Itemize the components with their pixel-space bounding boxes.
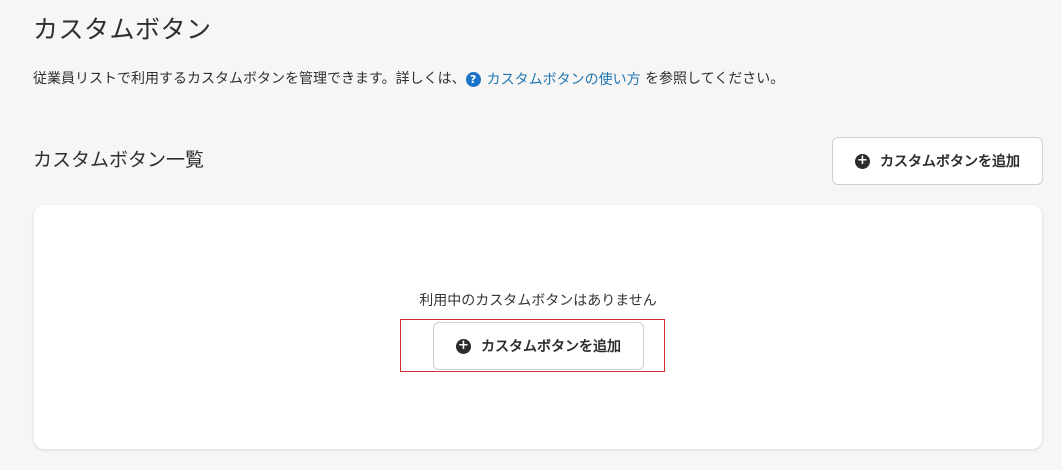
help-link-label: カスタムボタンの使い方 <box>486 71 641 88</box>
add-button-label: カスタムボタンを追加 <box>481 339 621 355</box>
plus-circle-icon: + <box>456 338 471 354</box>
custom-button-list-card: 利用中のカスタムボタンはありません + カスタムボタンを追加 <box>34 205 1042 449</box>
question-circle-icon: ? <box>465 72 481 87</box>
description-text-after: を参照してください。 <box>640 71 785 87</box>
help-link[interactable]: ? カスタムボタンの使い方 <box>465 70 641 90</box>
add-button-label: カスタムボタンを追加 <box>880 154 1020 170</box>
description-text-before: 従業員リストで利用するカスタムボタンを管理できます。詳しくは、 <box>33 71 466 87</box>
plus-circle-icon: + <box>855 153 870 169</box>
add-custom-button-header[interactable]: + カスタムボタンを追加 <box>832 137 1043 185</box>
empty-state-message: 利用中のカスタムボタンはありません <box>419 293 657 309</box>
add-custom-button-empty-state[interactable]: + カスタムボタンを追加 <box>433 322 644 370</box>
section-title: カスタムボタン一覧 <box>33 149 205 171</box>
page-title: カスタムボタン <box>33 15 212 44</box>
page-description: 従業員リストで利用するカスタムボタンを管理できます。詳しくは、? カスタムボタンの… <box>33 69 784 90</box>
